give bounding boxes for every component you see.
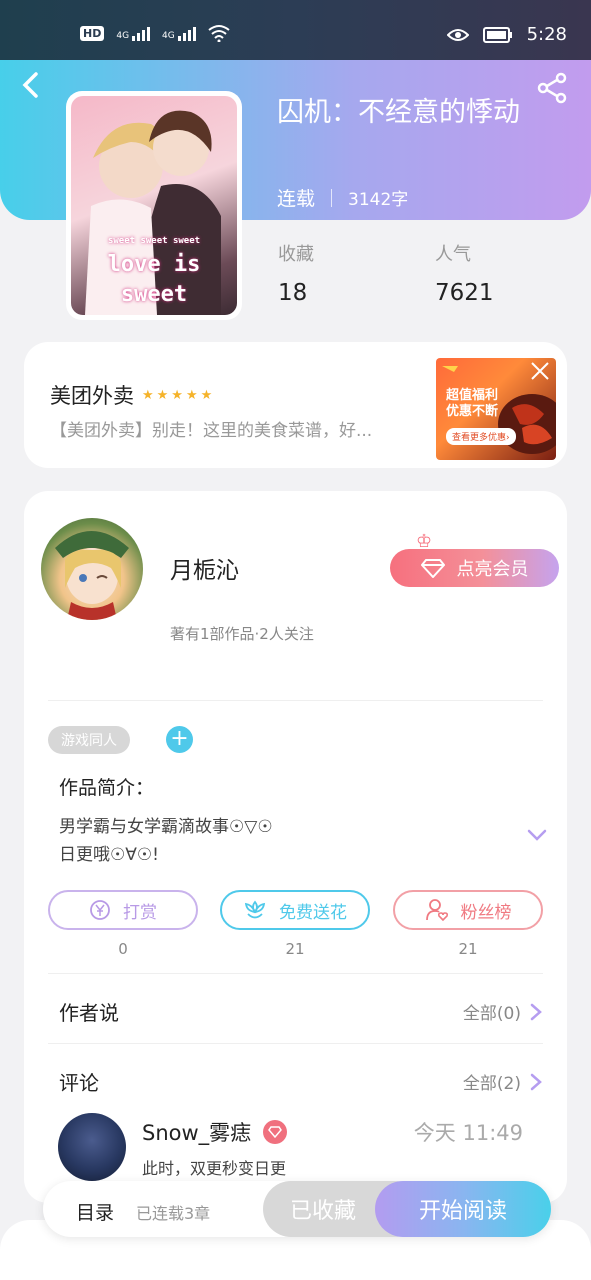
start-reading-button[interactable]: 开始阅读 [375,1181,551,1237]
cover-caption-line2: sweet [120,282,188,307]
author-name[interactable]: 月栀沁 [170,551,239,585]
genre-tag[interactable]: 游戏同人 [48,726,130,754]
wifi-icon [208,25,230,42]
serial-status: 连载 [277,188,316,210]
hd-icon: HD [80,25,105,41]
chevron-right-icon [530,1073,542,1090]
book-detail-card: 月栀沁 ♔ 点亮会员 著有1部作品·2人关注 游戏同人 + 作品简介： 男学霸与… [24,491,567,1203]
commenter-name[interactable]: Snow_雾痣 [142,1117,288,1147]
ad-card[interactable]: 美团外卖 ★★★★★ 【美团外卖】别走！这里的美食菜谱，好... 超值福利 优惠不… [24,342,567,468]
meta-divider [331,188,333,207]
cover-caption-small: sweet sweet sweet [107,236,201,246]
status-left: HD 4G 4G [80,24,230,42]
signal-icon [177,25,196,41]
battery-icon [482,26,512,43]
intro-line: 男学霸与女学霸滴故事☉▽☉ [59,817,273,837]
flower-icon [244,900,266,919]
back-button[interactable] [20,70,50,100]
stat-popularity: 人气 7621 [435,240,494,306]
comment-time: 今天 11:49 [413,1121,523,1145]
author-says-row[interactable]: 作者说 全部(0) [59,997,543,1026]
fan-ranking-button[interactable]: 粉丝榜 [393,890,543,930]
intro-text: 男学霸与女学霸滴故事☉▽☉ 日更哦☉∀☉! [59,813,499,869]
toc-button[interactable]: 目录 [76,1198,114,1225]
send-flower-label: 免费送花 [279,902,347,923]
add-tag-button[interactable]: + [166,726,193,753]
stat-label: 收藏 [278,244,314,265]
cover-illustration: sweet sweet sweet love is sweet [71,96,237,315]
chevron-down-icon [527,829,547,841]
diamond-icon [420,559,445,578]
eye-icon [446,28,469,41]
divider [48,700,543,701]
status-right: 5:28 [446,24,567,45]
commenter-avatar[interactable] [58,1113,126,1181]
expand-intro-button[interactable] [525,823,549,847]
word-count: 3142字 [348,190,409,210]
book-title: 囚机：不经意的悸动 [277,97,520,128]
tip-label: 打赏 [123,902,157,923]
book-cover[interactable]: sweet sweet sweet love is sweet [66,91,242,320]
comments-more[interactable]: 全部(2) [463,1069,543,1094]
author-says-title: 作者说 [59,1001,119,1025]
fan-count: 21 [458,940,478,958]
chevron-right-icon [530,1003,542,1020]
intro-line: 日更哦☉∀☉! [59,845,159,865]
vip-button-label: 点亮会员 [456,559,529,580]
user-heart-icon [425,899,448,922]
ad-image[interactable]: 超值福利 优惠不断 查看更多优惠› [436,358,556,460]
diamond-icon [268,1126,283,1138]
chevron-left-icon [22,72,38,98]
clock: 5:28 [526,24,567,45]
book-meta: 连载 3142字 [277,184,408,211]
send-flower-button[interactable]: 免费送花 [220,890,370,930]
intro-label: 作品简介： [59,777,155,799]
status-bar: HD 4G 4G 5:28 [0,0,591,60]
activate-vip-button[interactable]: 点亮会员 [390,549,559,587]
ad-image-text: 超值福利 优惠不断 [446,388,499,419]
comment-text: 此时，双更秒变日更 [142,1159,287,1178]
start-reading-label: 开始阅读 [418,1199,507,1224]
rating-stars: ★★★★★ [142,387,216,403]
collected-label: 已收藏 [289,1199,356,1224]
vip-badge [263,1120,288,1144]
divider [48,973,543,974]
comments-row[interactable]: 评论 全部(2) [59,1067,543,1096]
ad-title: 美团外卖 ★★★★★ [50,384,216,408]
author-meta: 著有1部作品·2人关注 [170,625,314,643]
tip-count: 0 [118,940,128,958]
close-icon [531,362,549,380]
tip-button[interactable]: 打赏 [48,890,198,930]
yen-coin-icon [90,900,110,920]
stat-favorites: 收藏 18 [278,240,314,306]
signal-icon [132,25,151,41]
comments-title: 评论 [59,1071,99,1095]
net-indicator-2: 4G [162,25,196,41]
cover-caption-line1: love is [107,252,201,277]
stat-label: 人气 [435,244,471,265]
flower-count: 21 [285,940,305,958]
stat-value: 7621 [435,280,494,306]
divider [48,1043,543,1044]
chapter-count: 已连载3章 [136,1204,211,1223]
stat-value: 18 [278,280,308,306]
ad-image-button[interactable]: 查看更多优惠› [446,428,516,445]
author-says-more[interactable]: 全部(0) [463,999,543,1024]
fan-ranking-label: 粉丝榜 [460,902,512,923]
author-avatar[interactable] [41,518,143,620]
ad-description: 【美团外卖】别走！这里的美食菜谱，好... [50,421,373,441]
net-indicator-1: 4G [116,25,151,41]
ad-close-button[interactable] [528,360,552,384]
bottom-action-bar: 目录 已连载3章 已收藏 开始阅读 [43,1181,551,1237]
